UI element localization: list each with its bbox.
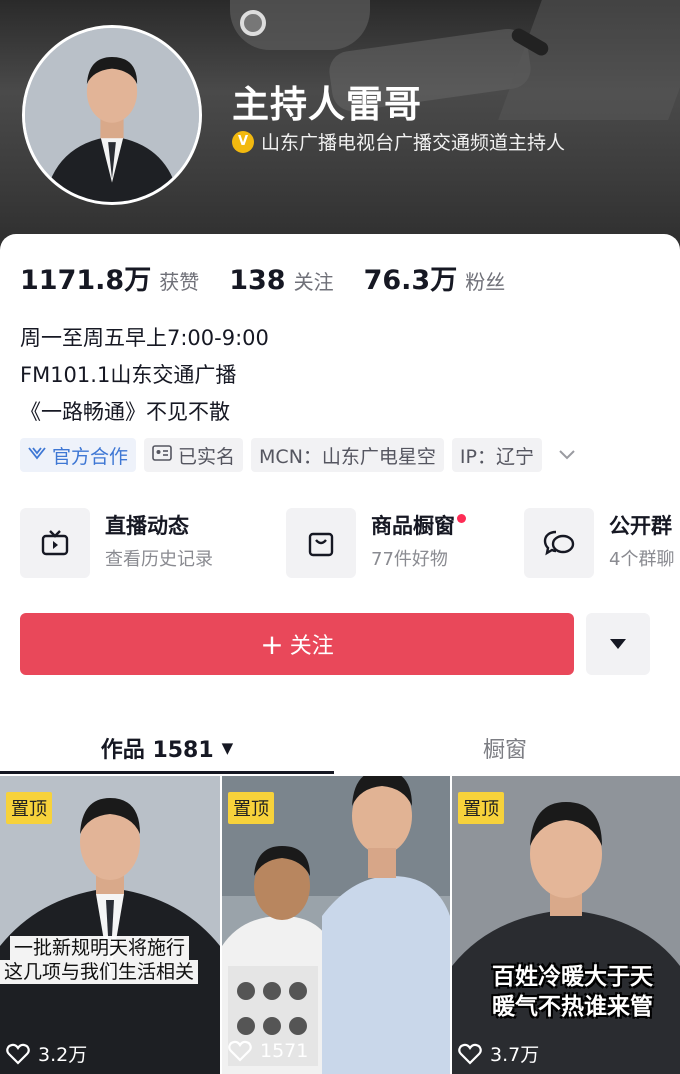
pinned-badge: 置顶 [6,792,52,824]
video-caption: 一批新规明天将施行 [10,936,190,960]
bio: 周一至周五早上7:00-9:00 FM101.1山东交通广播 《一路畅通》不见不… [20,320,269,431]
stat-label: 粉丝 [465,270,506,294]
cover-decoration [498,0,680,120]
likes-value: 3.7万 [490,1044,540,1066]
triangle-down-icon [610,639,626,649]
tag-label: 已实名 [178,445,236,468]
verification-text: 山东广播电视台广播交通频道主持人 [261,132,566,154]
tab-label: 橱窗 [482,738,527,763]
feature-title: 商品橱窗 [371,512,466,540]
id-card-icon [152,445,172,465]
stat-label: 关注 [293,270,334,294]
likes-count: 1571 [228,1040,308,1062]
feature-title: 公开群 [609,514,672,538]
video-caption: 暖气不热谁来管 [492,994,653,1020]
verified-badge-icon: V [232,130,254,153]
bio-line: FM101.1山东交通广播 [20,363,237,387]
video-caption: 这几项与我们生活相关 [0,960,199,984]
pinned-badge: 置顶 [228,792,274,824]
follow-button[interactable]: + 关注 [20,613,574,675]
avatar[interactable] [22,25,202,205]
tag-label: IP：辽宁 [459,445,534,468]
active-tab-indicator [0,771,334,774]
chat-bubbles-icon [524,508,594,578]
feature-subtitle: 4个群聊 [609,549,675,570]
handshake-icon [28,445,46,465]
likes-count: 3.7万 [458,1040,539,1067]
tab-showcase[interactable]: 橱窗 [340,720,670,776]
stat-value: 76.3万 [363,265,458,296]
bio-line: 《一路畅通》不见不散 [20,400,230,424]
video-tile[interactable]: 置顶 一批新规明天将施行 这几项与我们生活相关 3.2万 [0,776,220,1074]
stat-value: 138 [229,265,286,296]
tags-row: 官方合作 已实名 MCN：山东广电星空 IP：辽宁 [20,438,576,472]
likes-count: 3.2万 [6,1040,87,1067]
feature-title-text: 商品橱窗 [371,514,455,538]
heart-icon [228,1040,252,1062]
stat-value: 1171.8万 [20,265,152,296]
notification-dot [457,514,466,523]
video-caption: 百姓冷暖大于天 [492,964,653,990]
feature-public-groups[interactable]: 公开群 4个群聊 [524,506,674,580]
follow-label: 关注 [289,634,334,659]
avatar-photo [25,28,199,202]
feature-row: 直播动态 查看历史记录 商品橱窗 77件好物 公开群 4个群聊 [20,506,680,580]
likes-value: 3.2万 [38,1044,88,1066]
heart-icon [6,1043,30,1065]
profile-name: 主持人雷哥 [232,83,422,126]
tag-label: MCN：山东广电星空 [259,445,436,468]
stat-label: 获赞 [159,270,200,294]
stat-following[interactable]: 138 关注 [229,265,333,296]
feature-subtitle: 77件好物 [371,549,448,570]
tag-official-cooperation[interactable]: 官方合作 [20,438,137,472]
tag-ip[interactable]: IP：辽宁 [451,438,542,472]
chevron-down-icon[interactable] [558,445,576,466]
shopping-bag-icon [286,508,356,578]
feature-title: 直播动态 [105,514,189,538]
tab-works[interactable]: 作品 1581 ▼ [0,720,334,776]
video-tile[interactable]: 置顶 1571 [222,776,450,1074]
tag-real-name[interactable]: 已实名 [144,438,244,472]
plus-icon: + [260,627,284,661]
tv-icon [20,508,90,578]
likes-value: 1571 [260,1040,309,1062]
feature-shop-window[interactable]: 商品橱窗 77件好物 [286,506,466,580]
more-actions-button[interactable] [586,613,650,675]
video-tile[interactable]: 置顶 百姓冷暖大于天 暖气不热谁来管 3.7万 [452,776,680,1074]
video-grid: 置顶 一批新规明天将施行 这几项与我们生活相关 3.2万 置顶 1571 置顶 … [0,776,680,1074]
caret-down-icon: ▼ [221,739,234,757]
stat-followers[interactable]: 76.3万 粉丝 [364,258,506,297]
tag-label: 官方合作 [52,445,129,468]
profile-cover: 主持人雷哥 V 山东广播电视台广播交通频道主持人 [0,0,680,262]
feature-live-history[interactable]: 直播动态 查看历史记录 [20,506,213,580]
stats-row: 1171.8万 获赞 138 关注 76.3万 粉丝 [20,258,535,297]
content-tabs: 作品 1581 ▼ 橱窗 [0,720,680,776]
verification-row: V 山东广播电视台广播交通频道主持人 [232,128,565,155]
feature-subtitle: 查看历史记录 [105,549,213,570]
stat-likes[interactable]: 1171.8万 获赞 [20,258,199,297]
pinned-badge: 置顶 [458,792,504,824]
heart-icon [458,1043,482,1065]
cover-decoration [240,10,266,36]
tag-mcn[interactable]: MCN：山东广电星空 [251,438,444,472]
tab-label: 作品 1581 [100,738,214,763]
bio-line: 周一至周五早上7:00-9:00 [20,326,269,350]
